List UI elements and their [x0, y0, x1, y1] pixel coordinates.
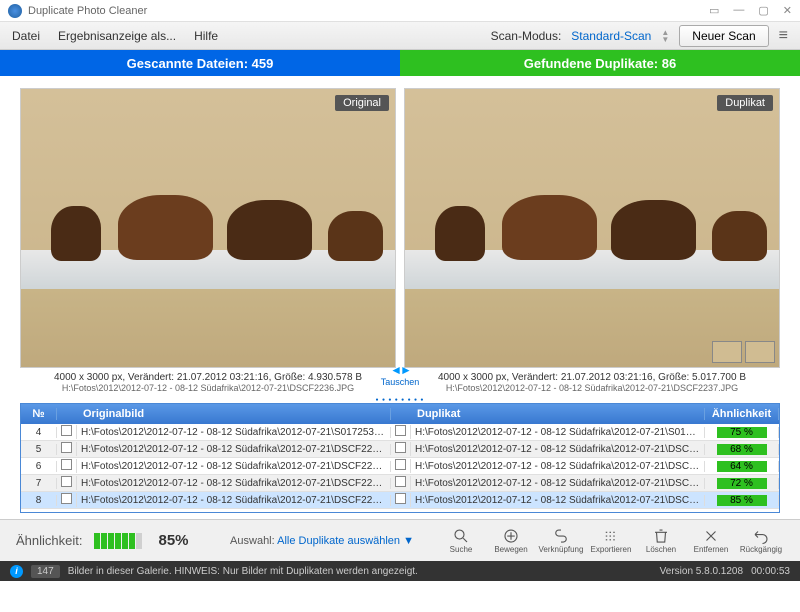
- scan-mode-label: Scan-Modus:: [491, 29, 562, 43]
- cell-check-dup[interactable]: [391, 442, 411, 456]
- col-duplicate[interactable]: Duplikat: [411, 408, 705, 420]
- version-label: Version 5.8.0.1208: [660, 566, 743, 577]
- original-path: H:\Fotos\2012\2012-07-12 - 08-12 Südafri…: [20, 383, 396, 393]
- menubar: Datei Ergebnisanzeige als... Hilfe Scan-…: [0, 22, 800, 50]
- table-row[interactable]: 7 H:\Fotos\2012\2012-07-12 - 08-12 Südaf…: [21, 475, 779, 492]
- menu-datei[interactable]: Datei: [12, 29, 40, 43]
- gallery-count: 147: [31, 565, 60, 578]
- cell-check-dup[interactable]: [391, 425, 411, 439]
- duplicate-tag: Duplikat: [717, 95, 773, 111]
- cell-number: 4: [21, 427, 57, 438]
- stats-bar: Gescannte Dateien: 459 Gefundene Duplika…: [0, 50, 800, 76]
- cell-check-orig[interactable]: [57, 476, 77, 490]
- col-number[interactable]: №: [21, 408, 57, 420]
- dropdown-arrows-icon[interactable]: ▲▼: [661, 29, 669, 43]
- window-title: Duplicate Photo Cleaner: [28, 5, 147, 17]
- cell-check-orig[interactable]: [57, 425, 77, 439]
- scan-mode-select[interactable]: Standard-Scan: [571, 29, 651, 43]
- cell-number: 6: [21, 461, 57, 472]
- col-original[interactable]: Originalbild: [77, 408, 391, 420]
- action-buttons: Suche Bewegen Verknüpfung Exportieren Lö…: [438, 527, 784, 554]
- cell-check-orig[interactable]: [57, 442, 77, 456]
- undo-button[interactable]: Rückgängig: [738, 527, 784, 554]
- cell-original: H:\Fotos\2012\2012-07-12 - 08-12 Südafri…: [77, 461, 391, 472]
- cell-original: H:\Fotos\2012\2012-07-12 - 08-12 Südafri…: [77, 427, 391, 438]
- cell-duplicate: H:\Fotos\2012\2012-07-12 - 08-12 Südafri…: [411, 427, 705, 438]
- preview-pane: Original 4000 x 3000 px, Verändert: 21.0…: [0, 76, 800, 397]
- table-row[interactable]: 4 H:\Fotos\2012\2012-07-12 - 08-12 Südaf…: [21, 424, 779, 441]
- cell-similarity: 64 %: [705, 461, 779, 472]
- similarity-label: Ähnlichkeit:: [16, 533, 82, 548]
- search-button[interactable]: Suche: [438, 527, 484, 554]
- new-scan-button[interactable]: Neuer Scan: [679, 25, 768, 47]
- cell-check-dup[interactable]: [391, 493, 411, 507]
- cell-check-dup[interactable]: [391, 459, 411, 473]
- cell-check-dup[interactable]: [391, 476, 411, 490]
- cell-check-orig[interactable]: [57, 459, 77, 473]
- duplicate-image[interactable]: Duplikat: [404, 88, 780, 368]
- table-header: № Originalbild Duplikat Ähnlichkeit: [21, 404, 779, 424]
- cell-duplicate: H:\Fotos\2012\2012-07-12 - 08-12 Südafri…: [411, 478, 705, 489]
- table-row[interactable]: 6 H:\Fotos\2012\2012-07-12 - 08-12 Südaf…: [21, 458, 779, 475]
- cell-duplicate: H:\Fotos\2012\2012-07-12 - 08-12 Südafri…: [411, 461, 705, 472]
- results-table: № Originalbild Duplikat Ähnlichkeit 4 H:…: [20, 403, 780, 513]
- cell-similarity: 75 %: [705, 427, 779, 438]
- duplicate-path: H:\Fotos\2012\2012-07-12 - 08-12 Südafri…: [404, 383, 780, 393]
- link-button[interactable]: Verknüpfung: [538, 527, 584, 554]
- export-button[interactable]: Exportieren: [588, 527, 634, 554]
- similarity-meter: [94, 533, 142, 549]
- cell-number: 5: [21, 444, 57, 455]
- swap-arrows-icon: ◄►: [390, 363, 410, 377]
- duplicate-meta: 4000 x 3000 px, Verändert: 21.07.2012 03…: [404, 372, 780, 383]
- cell-check-orig[interactable]: [57, 493, 77, 507]
- cell-number: 7: [21, 478, 57, 489]
- close-icon[interactable]: ✕: [783, 4, 792, 17]
- thumbnail-strip[interactable]: [712, 341, 775, 363]
- menu-ergebnis[interactable]: Ergebnisanzeige als...: [58, 29, 176, 43]
- delete-button[interactable]: Löschen: [638, 527, 684, 554]
- cell-similarity: 85 %: [705, 495, 779, 506]
- cell-duplicate: H:\Fotos\2012\2012-07-12 - 08-12 Südafri…: [411, 495, 705, 506]
- minimize-icon[interactable]: —: [733, 4, 744, 17]
- elapsed-time: 00:00:53: [751, 566, 790, 577]
- window-indicator-icon: ▭: [709, 4, 719, 17]
- cell-original: H:\Fotos\2012\2012-07-12 - 08-12 Südafri…: [77, 478, 391, 489]
- select-all-dropdown[interactable]: Alle Duplikate auswählen ▼: [277, 535, 414, 547]
- maximize-icon[interactable]: ▢: [758, 4, 768, 17]
- duplicates-count: Gefundene Duplikate: 86: [400, 50, 800, 76]
- bottom-toolbar: Ähnlichkeit: 85% Auswahl: Alle Duplikate…: [0, 519, 800, 561]
- original-card: Original 4000 x 3000 px, Verändert: 21.0…: [20, 88, 396, 393]
- original-image[interactable]: Original: [20, 88, 396, 368]
- menu-hilfe[interactable]: Hilfe: [194, 29, 218, 43]
- original-tag: Original: [335, 95, 389, 111]
- info-icon: i: [10, 565, 23, 578]
- cell-original: H:\Fotos\2012\2012-07-12 - 08-12 Südafri…: [77, 444, 391, 455]
- table-row[interactable]: 5 H:\Fotos\2012\2012-07-12 - 08-12 Südaf…: [21, 441, 779, 458]
- similarity-percent: 85%: [158, 532, 188, 549]
- scanned-count: Gescannte Dateien: 459: [0, 50, 400, 76]
- table-body[interactable]: 4 H:\Fotos\2012\2012-07-12 - 08-12 Südaf…: [21, 424, 779, 512]
- cell-similarity: 68 %: [705, 444, 779, 455]
- cell-similarity: 72 %: [705, 478, 779, 489]
- cell-original: H:\Fotos\2012\2012-07-12 - 08-12 Südafri…: [77, 495, 391, 506]
- status-bar: i 147 Bilder in dieser Galerie. HINWEIS:…: [0, 561, 800, 581]
- original-meta: 4000 x 3000 px, Verändert: 21.07.2012 03…: [20, 372, 396, 383]
- cell-number: 8: [21, 495, 57, 506]
- duplicate-card: Duplikat 4000 x 3000 px, Verändert: 21.0…: [404, 88, 780, 393]
- titlebar: Duplicate Photo Cleaner ▭ — ▢ ✕: [0, 0, 800, 22]
- app-logo-icon: [8, 4, 22, 18]
- swap-button[interactable]: ◄► Tauschen: [381, 363, 420, 387]
- remove-button[interactable]: Entfernen: [688, 527, 734, 554]
- move-button[interactable]: Bewegen: [488, 527, 534, 554]
- table-row[interactable]: 8 H:\Fotos\2012\2012-07-12 - 08-12 Südaf…: [21, 492, 779, 509]
- col-similarity[interactable]: Ähnlichkeit: [705, 408, 779, 420]
- status-message: Bilder in dieser Galerie. HINWEIS: Nur B…: [68, 566, 418, 577]
- hamburger-menu-icon[interactable]: ≡: [779, 27, 788, 45]
- cell-duplicate: H:\Fotos\2012\2012-07-12 - 08-12 Südafri…: [411, 444, 705, 455]
- selection-label: Auswahl: Alle Duplikate auswählen ▼: [230, 535, 414, 547]
